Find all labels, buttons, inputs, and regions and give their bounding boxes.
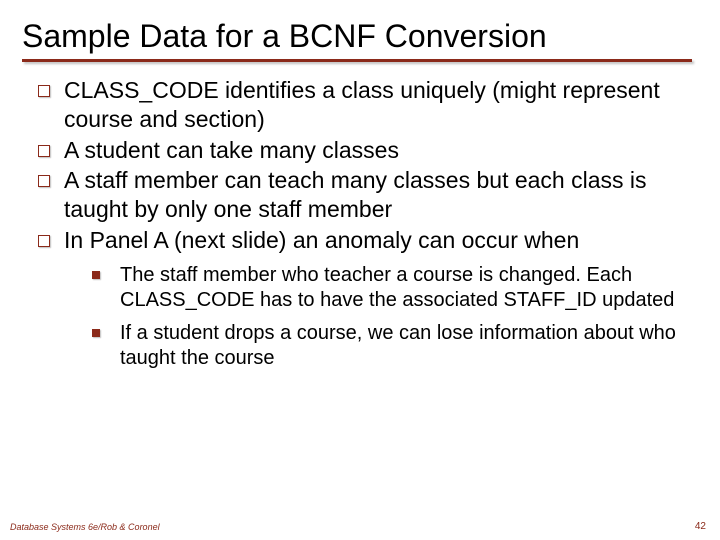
bullet-item: A staff member can teach many classes bu… <box>32 166 698 224</box>
title-underline <box>22 59 692 62</box>
bullet-item: A student can take many classes <box>32 136 698 165</box>
bullet-item: CLASS_CODE identifies a class uniquely (… <box>32 76 698 134</box>
bullet-list: CLASS_CODE identifies a class uniquely (… <box>22 76 698 255</box>
sub-bullet-item: If a student drops a course, we can lose… <box>78 321 698 371</box>
slide-title: Sample Data for a BCNF Conversion <box>22 18 698 55</box>
page-number: 42 <box>695 521 706 532</box>
slide-body: CLASS_CODE identifies a class uniquely (… <box>22 76 698 371</box>
sub-bullet-item: The staff member who teacher a course is… <box>78 263 698 313</box>
bullet-item: In Panel A (next slide) an anomaly can o… <box>32 226 698 255</box>
slide: Sample Data for a BCNF Conversion CLASS_… <box>0 0 720 540</box>
sub-bullet-list: The staff member who teacher a course is… <box>22 263 698 371</box>
footer-source: Database Systems 6e/Rob & Coronel <box>10 522 160 532</box>
